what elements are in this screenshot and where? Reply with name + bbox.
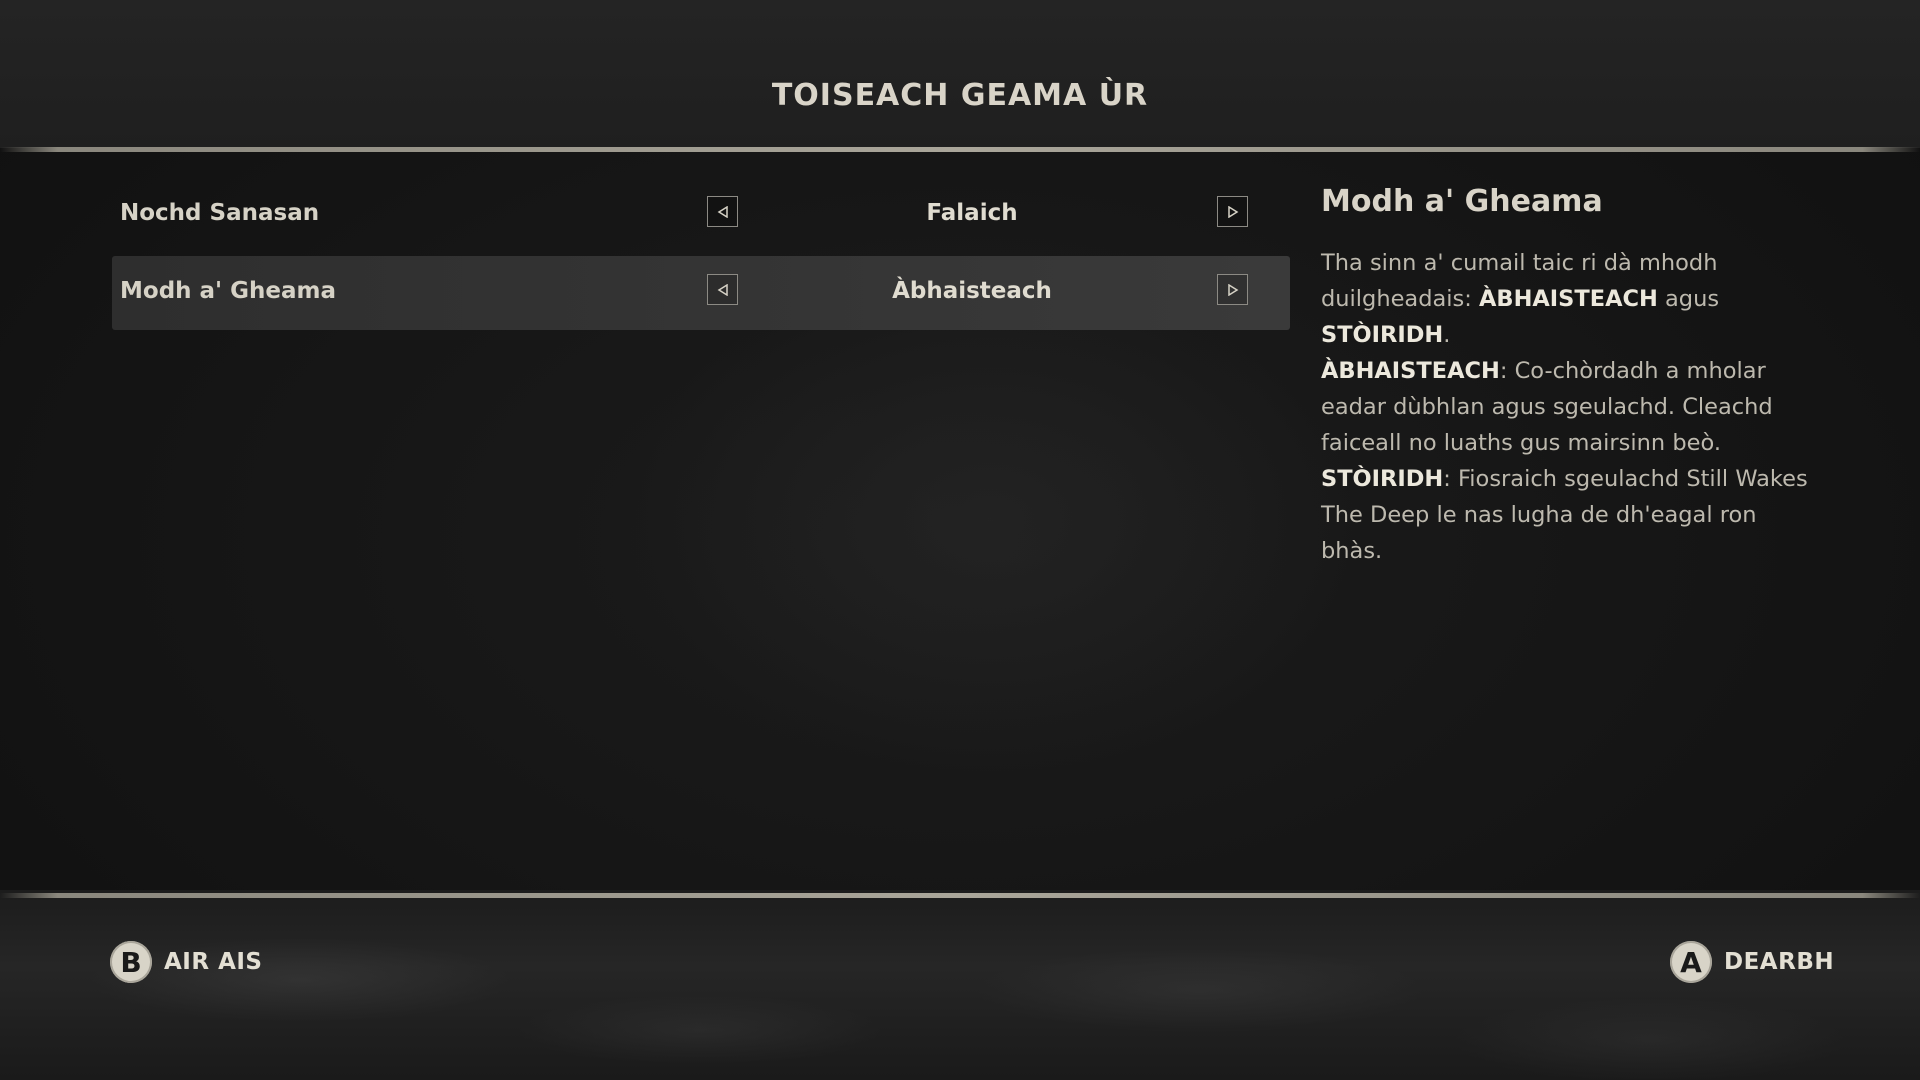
description-panel: Modh a' Gheama Tha sinn a' cumail taic r… bbox=[1321, 184, 1821, 569]
option-value: Àbhaisteach bbox=[892, 278, 1052, 304]
background-bottom-texture bbox=[0, 890, 1920, 1080]
option-value: Falaich bbox=[926, 200, 1018, 226]
option-label: Modh a' Gheama bbox=[120, 278, 336, 304]
a-button-icon: A bbox=[1670, 941, 1712, 983]
page-title: TOISEACH GEAMA ÙR bbox=[771, 78, 1149, 113]
header-bar: TOISEACH GEAMA ÙR bbox=[0, 0, 1920, 148]
mode-name-story: STÒIRIDH bbox=[1321, 322, 1444, 348]
description-period: . bbox=[1443, 322, 1451, 348]
confirm-label: DEARBH bbox=[1724, 949, 1835, 975]
description-conjunction: agus bbox=[1657, 286, 1720, 312]
mode-heading-story: STÒIRIDH bbox=[1321, 466, 1444, 492]
triangle-left-icon bbox=[717, 205, 728, 218]
back-button[interactable]: B AIR AIS bbox=[110, 940, 263, 984]
header-divider bbox=[0, 147, 1920, 152]
option-row-show-tips[interactable]: Nochd Sanasan Falaich bbox=[112, 178, 1290, 252]
triangle-right-icon bbox=[1227, 283, 1238, 296]
confirm-button[interactable]: A DEARBH bbox=[1670, 940, 1834, 984]
next-value-button[interactable] bbox=[1217, 274, 1248, 305]
triangle-right-icon bbox=[1227, 205, 1238, 218]
previous-value-button[interactable] bbox=[707, 196, 738, 227]
options-list: Nochd Sanasan Falaich Modh a' Gheama Àbh… bbox=[112, 178, 1290, 334]
footer-divider bbox=[0, 893, 1920, 898]
previous-value-button[interactable] bbox=[707, 274, 738, 305]
description-text: Tha sinn a' cumail taic ri dà mhodh duil… bbox=[1321, 245, 1821, 569]
mode-heading-standard: ÀBHAISTEACH bbox=[1321, 358, 1500, 384]
option-label: Nochd Sanasan bbox=[120, 200, 320, 226]
next-value-button[interactable] bbox=[1217, 196, 1248, 227]
back-label: AIR AIS bbox=[164, 949, 263, 975]
mode-name-standard: ÀBHAISTEACH bbox=[1479, 286, 1658, 312]
b-button-icon: B bbox=[110, 941, 152, 983]
triangle-left-icon bbox=[717, 283, 728, 296]
option-row-game-mode[interactable]: Modh a' Gheama Àbhaisteach bbox=[112, 256, 1290, 330]
description-title: Modh a' Gheama bbox=[1321, 184, 1603, 219]
